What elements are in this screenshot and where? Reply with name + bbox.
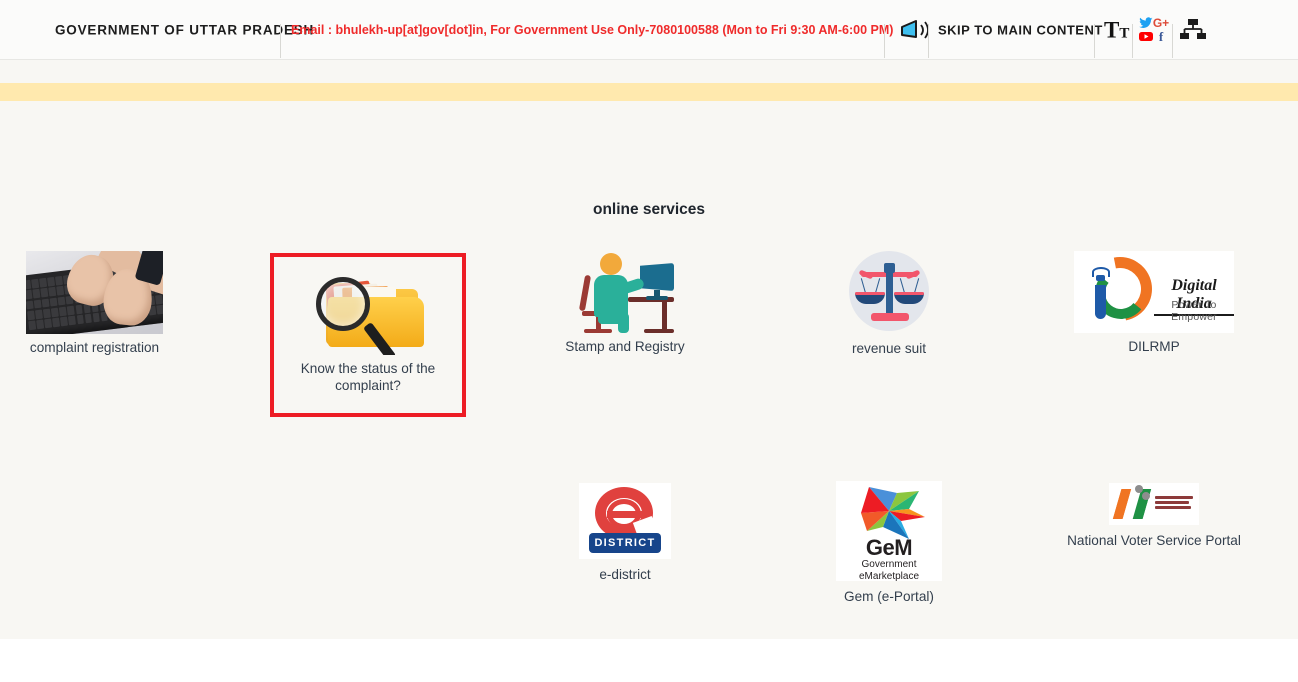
service-tile-label: e-district [599, 567, 651, 582]
e-district-banner-label: DISTRICT [589, 533, 661, 553]
gem-wordmark: GeM [865, 535, 913, 560]
gem-subtitle-line1: Government [861, 559, 917, 570]
service-tile-label: Stamp and Registry [565, 339, 685, 354]
service-tile-dilrmp[interactable]: Digital India Power To Empower DILRMP [1074, 251, 1234, 356]
folder-magnifier-icon [298, 271, 438, 355]
service-tile-label: National Voter Service Portal [1067, 533, 1241, 548]
google-plus-label: G+ [1152, 15, 1170, 30]
service-tile-label: Gem (e-Portal) [844, 589, 934, 604]
gem-subtitle-line2: eMarketplace [858, 570, 920, 582]
text-size-large-label: T [1104, 17, 1120, 43]
email-notice: Email : bhulekh-up[at]gov[dot]in, For Go… [291, 23, 894, 37]
service-tile-label: revenue suit [851, 341, 927, 356]
election-commission-logo [1109, 483, 1199, 525]
divider [1132, 24, 1133, 58]
service-tile-e-district[interactable]: DISTRICT e-district [545, 483, 705, 584]
service-tile-revenue-suit[interactable]: revenue suit [809, 251, 969, 358]
digital-india-logo: Digital India Power To Empower [1074, 251, 1234, 333]
gem-subtitle: Government eMarketplace [836, 559, 942, 581]
divider [884, 24, 885, 58]
text-size-small-label: T [1119, 25, 1130, 42]
service-tile-label: Know the status of the complaint? [300, 361, 436, 393]
main-content: online services complaint registration K… [0, 101, 1298, 639]
divider [280, 24, 281, 58]
header-spacer [0, 60, 1298, 83]
divider [928, 24, 929, 58]
top-utility-bar: GOVERNMENT OF UTTAR PRADESH Email : bhul… [0, 0, 1298, 60]
gem-logo: GeM Government eMarketplace [836, 481, 942, 581]
twitter-icon[interactable] [1139, 16, 1153, 29]
youtube-icon[interactable] [1139, 30, 1153, 43]
service-tile-national-voter-service-portal[interactable]: National Voter Service Portal [1064, 483, 1244, 550]
social-links: G+ f [1139, 16, 1169, 44]
google-plus-icon[interactable]: G+ [1152, 15, 1170, 30]
person-at-computer-icon [570, 251, 680, 333]
service-tile-gem-e-portal[interactable]: GeM Government eMarketplace Gem (e-Porta… [809, 481, 969, 606]
facebook-label: f [1158, 29, 1164, 44]
divider [1094, 24, 1095, 58]
service-tile-complaint-registration[interactable]: complaint registration [11, 251, 178, 357]
e-district-logo: DISTRICT [579, 483, 671, 559]
service-tile-complaint-status[interactable]: Know the status of the complaint? [270, 253, 466, 417]
government-name: GOVERNMENT OF UTTAR PRADESH [55, 22, 315, 38]
facebook-icon[interactable]: f [1154, 30, 1168, 43]
page-title: online services [592, 201, 705, 218]
service-tile-label: DILRMP [1128, 339, 1180, 354]
divider [1172, 24, 1173, 58]
yellow-accent-strip [0, 83, 1298, 101]
logo-text-lines [1155, 496, 1195, 511]
service-tile-stamp-and-registry[interactable]: Stamp and Registry [545, 251, 705, 356]
digital-india-subtitle: Power To Empower [1171, 299, 1217, 323]
service-tile-label: complaint registration [29, 340, 160, 355]
scales-of-justice-icon [849, 251, 929, 331]
sitemap-icon[interactable] [1180, 19, 1206, 41]
keyboard-typing-photo [26, 251, 163, 334]
text-resize-icon[interactable]: TT [1104, 19, 1129, 42]
gem-star-icon [853, 483, 925, 539]
skip-to-main-content-link[interactable]: SKIP TO MAIN CONTENT [938, 23, 1103, 38]
